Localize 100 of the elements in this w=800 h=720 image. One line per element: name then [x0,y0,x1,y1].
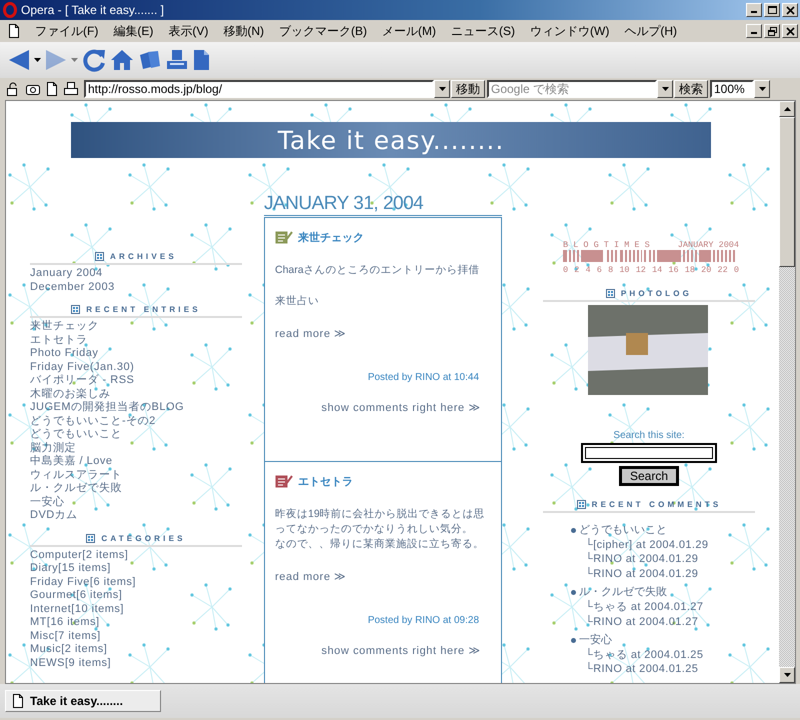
scrollbar-thumb[interactable] [779,117,795,267]
sidebar-link[interactable]: 来世チェック [30,320,242,334]
section-heading: ARCHIVES [110,252,177,261]
post-title[interactable]: 来世チェック [298,230,364,245]
comment-link[interactable]: └RINO at 2004.01.27 [571,614,755,630]
menu-item[interactable]: 編集(E) [106,22,160,40]
comment-link[interactable]: └ちゃる at 2004.01.25 [571,648,755,662]
url-field[interactable]: http://rosso.mods.jp/blog/ [84,80,434,98]
sidebar-link[interactable]: January 2004 [30,267,242,280]
dropdown-button[interactable] [434,80,450,98]
site-search-field[interactable] [581,443,717,463]
post-paragraph: 昨夜は19時前に会社から脱出できるとは思ってなかったのでかなりうれしい気分。 なので、、帰りに某商業施設に立ち寄る。 [275,507,486,552]
scroll-up-button[interactable] [779,101,795,117]
sidebar-link[interactable]: Diary[15 items] [30,562,242,576]
sidebar-link[interactable]: Photo Friday [30,347,242,360]
comments-link[interactable]: show comments right here ≫ [321,401,481,414]
maximize-icon [768,6,776,14]
scroll-down-button[interactable] [779,667,795,683]
caret-icon [438,87,446,91]
sidebar-link[interactable]: ウィルスアラート [30,468,242,482]
comment-entry-link[interactable]: 一安心 [579,633,612,648]
sidebar-link[interactable]: MT[16 items] [30,616,242,630]
hour-label: 12 [636,265,646,275]
post-meta: Posted by RINO at 10:44 [368,372,479,383]
sidebar-link[interactable]: Friday Five(Jan.30) [30,360,242,374]
minimize-icon [751,11,757,13]
dropdown-button[interactable] [754,80,770,98]
cards-icon[interactable] [138,49,162,71]
camera-icon[interactable] [26,82,40,96]
sidebar-link[interactable]: NEWS[9 items] [30,656,242,670]
printer-icon[interactable] [64,82,78,96]
close-icon [786,26,794,36]
section-heading: RECENT ENTRIES [86,305,201,314]
bullet-icon [571,590,576,596]
grid-icon [95,252,104,261]
comment-link[interactable]: └RINO at 2004.01.29 [571,566,755,582]
sidebar-link[interactable]: 中島美嘉 / Love [30,455,242,468]
minimize-button[interactable] [746,24,762,38]
page-tab[interactable]: Take it easy........ [5,690,161,712]
read-more-link[interactable]: read more ≫ [275,327,347,340]
search-button[interactable]: 検索 [674,80,708,98]
menu-item[interactable]: ファイル(F) [28,22,106,40]
maximize-button[interactable] [764,3,780,17]
back-arrow-icon[interactable] [8,49,30,71]
sidebar-link[interactable]: JUGEMの開発担当者のBLOG [30,401,242,414]
sidebar-link[interactable]: DVDカム [30,509,242,522]
comment-entry-link[interactable]: どうでもいいこと [579,523,667,538]
menu-item[interactable]: ニュース(S) [444,22,522,40]
menu-item[interactable]: ブックマーク(B) [272,22,374,40]
blogtimes-title: B L O G T I M E S [563,240,650,250]
menu-item[interactable]: ウィンドウ(W) [523,22,616,40]
zoom-field[interactable]: 100% [710,80,754,98]
reload-icon[interactable] [82,48,106,72]
home-icon[interactable] [110,49,134,71]
search-label: Search this site: [613,430,685,441]
sidebar-link[interactable]: どうでもいいこと [30,428,242,442]
caret-up-icon [784,107,790,111]
dropdown-button[interactable] [657,80,673,98]
comment-link[interactable]: └RINO at 2004.01.25 [571,662,755,677]
sidebar-link[interactable]: Internet[10 items] [30,602,242,616]
sidebar-link[interactable]: ル・クルゼで失敗 [30,482,242,496]
comments-link[interactable]: show comments right here ≫ [321,644,481,657]
document-icon[interactable] [46,82,58,96]
hour-label: 18 [684,265,695,275]
sidebar-link[interactable]: Misc[7 items] [30,630,242,643]
post-title[interactable]: エトセトラ [298,474,353,489]
sidebar-link[interactable]: Computer[2 items] [30,548,242,562]
restore-button[interactable] [764,24,780,38]
sidebar-link[interactable]: Gourmet[6 items] [30,589,242,602]
hour-label: 8 [608,265,614,275]
search-field[interactable]: Google で検索 [487,80,657,98]
menu-item[interactable]: ヘルプ(H) [617,22,684,40]
menu-item[interactable]: 移動(N) [216,22,271,40]
site-search-button[interactable]: Search [619,466,679,486]
sidebar-link[interactable]: Friday Five[6 items] [30,576,242,589]
close-button[interactable] [782,24,798,38]
comment-link[interactable]: └RINO at 2004.01.29 [571,552,755,567]
post-paragraph: Charaさんのところのエントリーから拝借 [275,263,481,278]
sidebar-link[interactable]: December 2003 [30,280,242,294]
caret-icon[interactable] [34,58,41,62]
read-more-link[interactable]: read more ≫ [275,570,347,583]
go-button[interactable]: 移動 [451,80,485,98]
menu-item[interactable]: メール(M) [375,22,443,40]
sidebar-link[interactable]: どうでもいいこと-その2 [30,414,242,428]
hour-label: 0 [734,265,739,275]
sidebar-link[interactable]: 一安心 [30,496,242,509]
menu-item[interactable]: 表示(V) [161,22,216,40]
close-button[interactable] [782,3,798,17]
sidebar-link[interactable]: Music[2 items] [30,643,242,656]
comment-link[interactable]: └[cipher] at 2004.01.29 [571,538,755,552]
sidebar-link[interactable]: 脳力測定 [30,442,242,455]
padlock-icon[interactable] [6,82,20,96]
sidebar-link[interactable]: 木曜のお楽しみ [30,388,242,401]
vertical-scrollbar[interactable] [779,101,795,683]
sidebar-link[interactable]: バイポリーダ - RSS [30,374,242,388]
comment-link[interactable]: └ちゃる at 2004.01.27 [571,600,755,615]
sidebar-link[interactable]: エトセトラ [30,334,242,347]
comment-entry-link[interactable]: ル・クルゼで失敗 [579,585,667,600]
minimize-button[interactable] [746,3,762,17]
bullet-icon [571,528,576,533]
